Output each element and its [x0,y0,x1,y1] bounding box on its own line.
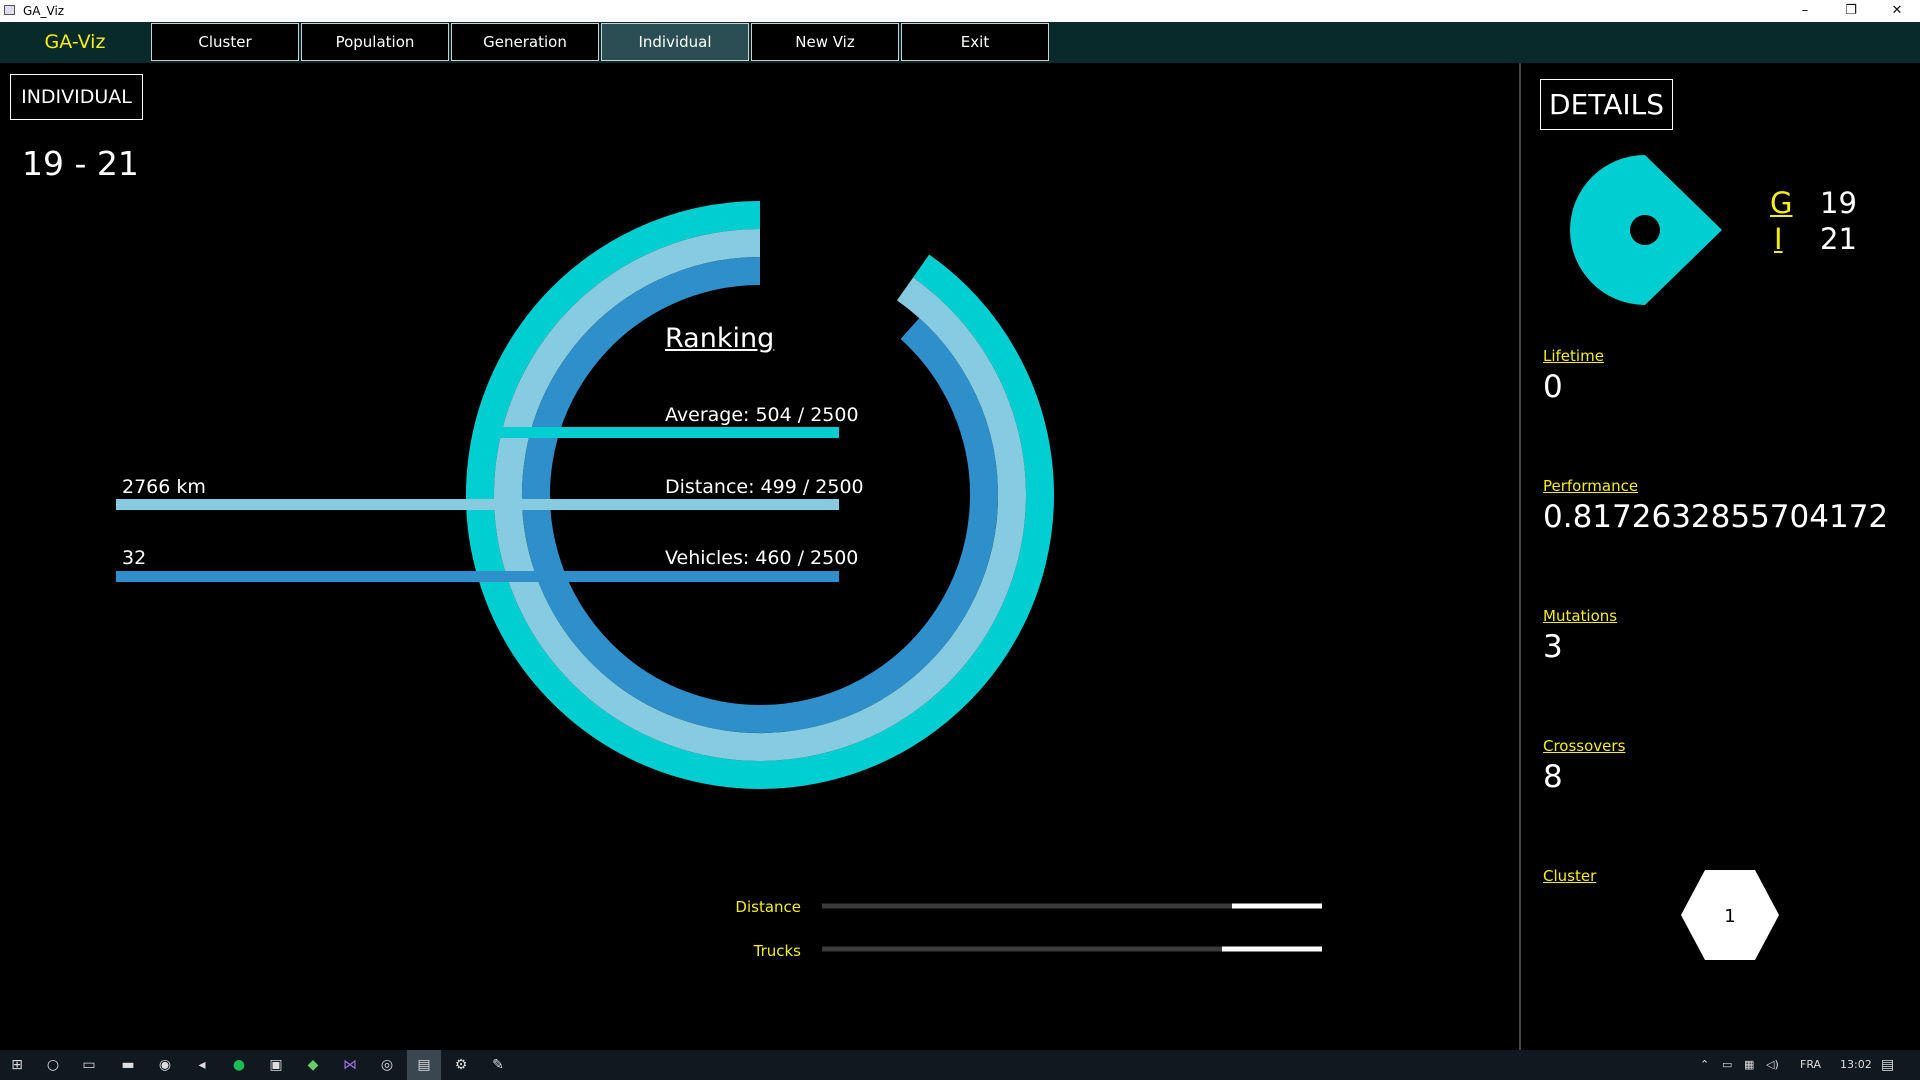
crossovers-label: Crossovers [1543,737,1626,755]
menu-bar: GA-Viz Cluster Population Generation Ind… [0,22,1920,63]
menu-population-button[interactable]: Population [301,23,449,61]
mutations-label: Mutations [1543,607,1618,625]
performance-value: 0.8172632855704172 [1543,499,1889,535]
menu-new-viz-button[interactable]: New Viz [751,23,899,61]
details-section-label: DETAILS [1540,79,1673,130]
cluster-value: 1 [1724,906,1735,927]
close-button[interactable]: ✕ [1874,0,1920,22]
distance-value: 2766 km [122,476,206,498]
vehicles-value: 32 [122,547,147,569]
generation-key-link[interactable]: G [1770,186,1792,220]
ranking-bar-average [482,427,839,438]
lifetime-label: Lifetime [1543,347,1604,365]
individual-key-link[interactable]: I [1774,222,1783,256]
distance-slider-label: Distance [735,898,801,916]
performance-label: Performance [1543,477,1639,495]
spotify-icon[interactable]: ● [222,1050,256,1080]
average-ranking-label: Average: 504 / 2500 [665,404,859,426]
app-window-icon [4,5,15,15]
battery-icon[interactable]: ▭ [1722,1050,1732,1080]
language-indicator[interactable]: FRA [1800,1050,1821,1080]
notifications-icon[interactable]: ▤ [1881,1050,1894,1080]
cortana-icon[interactable]: ○ [36,1050,70,1080]
mutations-value: 3 [1543,629,1563,665]
generation-value: 19 [1820,186,1857,220]
media-icon[interactable]: ◂ [185,1050,219,1080]
menu-individual-button[interactable]: Individual [601,23,749,61]
menu-generation-button[interactable]: Generation [451,23,599,61]
window-title: GA_Viz [23,4,65,18]
discord-icon[interactable]: ▣ [259,1050,293,1080]
volume-icon[interactable]: ◁) [1766,1050,1779,1080]
cluster-label: Cluster [1543,867,1597,885]
visual-studio-icon[interactable]: ⋈ [333,1050,367,1080]
trucks-slider-label: Trucks [753,942,801,960]
tray-chevron-icon[interactable]: ⌃ [1700,1050,1709,1080]
distance-ranking-label: Distance: 499 / 2500 [665,476,864,498]
settings-icon[interactable]: ⚙ [444,1050,478,1080]
steam-icon[interactable]: ◎ [370,1050,404,1080]
minimize-button[interactable]: – [1782,0,1828,22]
windows-start-icon[interactable]: ⊞ [0,1050,34,1080]
ranking-bar-vehicles [116,571,839,582]
network-icon[interactable]: ▦ [1744,1050,1754,1080]
individual-glyph [1570,155,1722,305]
window-title-bar: GA_Viz – ❐ ✕ [0,0,1920,22]
clock[interactable]: 13:02 [1840,1050,1872,1080]
game-icon[interactable]: ◆ [296,1050,330,1080]
paint-icon[interactable]: ✎ [481,1050,515,1080]
slider-fill-distance[interactable] [1232,903,1322,909]
task-view-icon[interactable]: ▭ [72,1050,106,1080]
file-explorer-icon[interactable]: ▬ [111,1050,145,1080]
menu-exit-button[interactable]: Exit [901,23,1049,61]
menu-cluster-button[interactable]: Cluster [151,23,299,61]
app-brand: GA-Viz [44,31,106,53]
cluster-badge[interactable]: 1 [1680,868,1780,962]
ranking-bar-distance [116,499,839,510]
individual-value: 21 [1820,222,1857,256]
chrome-icon[interactable]: ◉ [148,1050,182,1080]
panel-divider [1519,63,1521,1050]
individual-glyph-center [1630,215,1660,245]
restore-button[interactable]: ❐ [1828,0,1874,22]
ga-viz-app-icon[interactable]: ▤ [407,1050,441,1080]
slider-fill-trucks[interactable] [1222,946,1322,952]
lifetime-value: 0 [1543,369,1563,405]
vehicles-ranking-label: Vehicles: 460 / 2500 [665,547,859,569]
windows-taskbar: ⊞ ○ ▭ ▬ ◉ ◂ ● ▣ ◆ ⋈ ◎ ▤ ⚙ ✎ ⌃ ▭ ▦ ◁) FRA… [0,1050,1920,1080]
ranking-title: Ranking [665,323,775,354]
crossovers-value: 8 [1543,759,1563,795]
